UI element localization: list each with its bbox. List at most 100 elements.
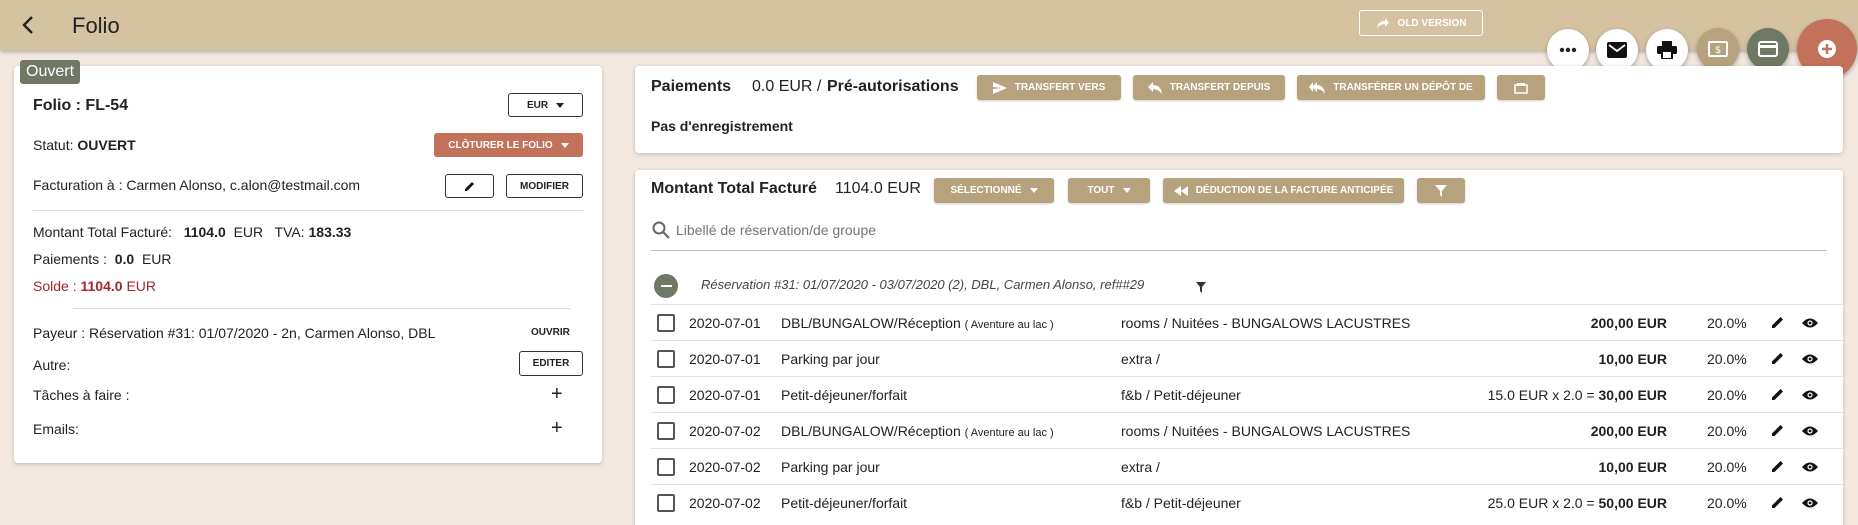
row-checkbox[interactable] <box>657 422 675 440</box>
row-tax: 20.0% <box>1707 459 1747 475</box>
row-category: rooms / Nuitées - BUNGALOWS LACUSTRES <box>1121 423 1411 439</box>
old-version-button[interactable]: OLD VERSION <box>1359 10 1483 36</box>
bed-icon <box>1514 82 1528 94</box>
back-arrow-icon[interactable] <box>14 10 44 40</box>
selected-dropdown[interactable]: SÉLECTIONNÉ <box>934 178 1054 203</box>
search-underline <box>651 250 1827 251</box>
pencil-icon[interactable] <box>1771 495 1785 512</box>
filter-button[interactable] <box>1417 178 1465 203</box>
preauth-label: Pré-autorisations <box>827 78 959 95</box>
row-checkbox[interactable] <box>657 314 675 332</box>
pencil-icon[interactable] <box>1771 315 1785 332</box>
collapse-group-button[interactable] <box>654 274 678 298</box>
add-email-icon[interactable]: + <box>551 417 563 440</box>
row-checkbox[interactable] <box>657 386 675 404</box>
row-label: Petit-déjeuner/forfait <box>781 387 908 403</box>
modify-button[interactable]: MODIFIER <box>506 174 583 198</box>
row-amount-cell: 10,00 EUR <box>1599 351 1667 367</box>
edit-other-button[interactable]: EDITER <box>519 351 583 376</box>
advance-invoice-button[interactable]: DÉDUCTION DE LA FACTURE ANTICIPÉE <box>1163 178 1404 203</box>
search-input[interactable] <box>676 218 1826 242</box>
cash-button[interactable]: $ <box>1697 28 1739 70</box>
row-label: Parking par jour <box>781 459 880 475</box>
open-link[interactable]: OUVRIR <box>531 327 570 338</box>
row-amount-cell: 200,00 EUR <box>1591 423 1667 439</box>
chevron-down-icon <box>1029 188 1038 193</box>
eye-icon[interactable] <box>1802 424 1818 440</box>
filter-icon[interactable] <box>1196 280 1206 298</box>
eye-icon[interactable] <box>1802 316 1818 332</box>
row-category: f&b / Petit-déjeuner <box>1121 495 1241 511</box>
share-icon <box>1376 17 1390 29</box>
row-date: 2020-07-02 <box>689 459 761 475</box>
table-row: 2020-07-01 DBL/BUNGALOW/Réception ( Avent… <box>651 304 1843 340</box>
close-folio-button[interactable]: CLÔTURER LE FOLIO <box>434 133 583 157</box>
print-icon <box>1657 41 1677 59</box>
row-amount: 30,00 EUR <box>1598 387 1667 403</box>
more-icon <box>1559 47 1577 53</box>
other-label: Autre: <box>33 357 71 373</box>
mail-button[interactable] <box>1596 29 1638 71</box>
eye-icon[interactable] <box>1802 460 1818 476</box>
pencil-icon[interactable] <box>1771 387 1785 404</box>
table-row: 2020-07-02 Parking par jour extra / 10,00 … <box>651 448 1843 484</box>
add-task-icon[interactable]: + <box>551 383 563 406</box>
row-tax: 20.0% <box>1707 351 1747 367</box>
page-title: Folio <box>72 13 120 38</box>
emails-label: Emails: <box>33 421 79 437</box>
tasks-label: Tâches à faire : <box>33 387 130 403</box>
row-label: DBL/BUNGALOW/Réception ( Aventure au lac… <box>781 423 1054 439</box>
svg-text:$: $ <box>1715 45 1721 56</box>
row-category: extra / <box>1121 459 1160 475</box>
edit-billing-button[interactable] <box>445 174 494 198</box>
row-date: 2020-07-02 <box>689 495 761 511</box>
row-date: 2020-07-01 <box>689 387 761 403</box>
row-tax: 20.0% <box>1707 315 1747 331</box>
folio-label: Folio : FL-54 <box>33 97 129 114</box>
rewind-icon <box>1173 185 1188 196</box>
status-value: OUVERT <box>77 137 136 153</box>
search-icon <box>652 221 670 244</box>
transfer-deposit-button[interactable]: TRANSFÉRER UN DÉPÔT DE <box>1297 75 1485 100</box>
row-tag: ( Aventure au lac ) <box>964 427 1054 439</box>
total-row: Montant Total Facturé: 1104.0 EUR TVA: 1… <box>33 224 352 240</box>
card-button[interactable] <box>1747 28 1789 70</box>
pencil-icon[interactable] <box>1771 423 1785 440</box>
table-row: 2020-07-02 DBL/BUNGALOW/Réception ( Avent… <box>651 412 1843 448</box>
eye-icon[interactable] <box>1802 352 1818 368</box>
pencil-icon <box>464 180 476 192</box>
deposit-button[interactable] <box>1497 75 1545 100</box>
eye-icon[interactable] <box>1802 496 1818 512</box>
row-amount-cell: 200,00 EUR <box>1591 315 1667 331</box>
status-badge: Ouvert <box>20 60 81 84</box>
currency-select[interactable]: EUR <box>508 93 583 117</box>
payer-row: Payeur : Réservation #31: 01/07/2020 - 2… <box>33 325 436 341</box>
row-amount: 50,00 EUR <box>1598 495 1667 511</box>
row-checkbox[interactable] <box>657 458 675 476</box>
payments-row: Paiements : 0.0 EUR <box>33 251 172 267</box>
filter-icon <box>1435 184 1447 197</box>
row-formula: 15.0 EUR x 2.0 = <box>1487 387 1599 403</box>
transfer-to-button[interactable]: TRANSFERT VERS <box>977 75 1121 100</box>
eye-icon[interactable] <box>1802 388 1818 404</box>
pencil-icon[interactable] <box>1771 459 1785 476</box>
all-dropdown[interactable]: TOUT <box>1068 178 1150 203</box>
card-icon <box>1758 41 1778 57</box>
row-checkbox[interactable] <box>657 350 675 368</box>
print-button[interactable] <box>1646 29 1688 71</box>
row-date: 2020-07-01 <box>689 315 761 331</box>
row-date: 2020-07-02 <box>689 423 761 439</box>
row-checkbox[interactable] <box>657 494 675 512</box>
pencil-icon[interactable] <box>1771 351 1785 368</box>
row-label: Petit-déjeuner/forfait <box>781 495 908 511</box>
transfer-from-button[interactable]: TRANSFERT DEPUIS <box>1133 75 1285 100</box>
more-button[interactable] <box>1547 29 1589 71</box>
row-formula: 25.0 EUR x 2.0 = <box>1487 495 1599 511</box>
row-amount: 10,00 EUR <box>1598 351 1667 367</box>
row-tax: 20.0% <box>1707 495 1747 511</box>
chevron-down-icon <box>556 102 565 108</box>
row-amount-cell: 10,00 EUR <box>1599 459 1667 475</box>
payments-title: Paiements <box>651 78 732 95</box>
payments-amount: 0.0 EUR / <box>752 78 822 95</box>
cash-icon: $ <box>1708 41 1728 57</box>
